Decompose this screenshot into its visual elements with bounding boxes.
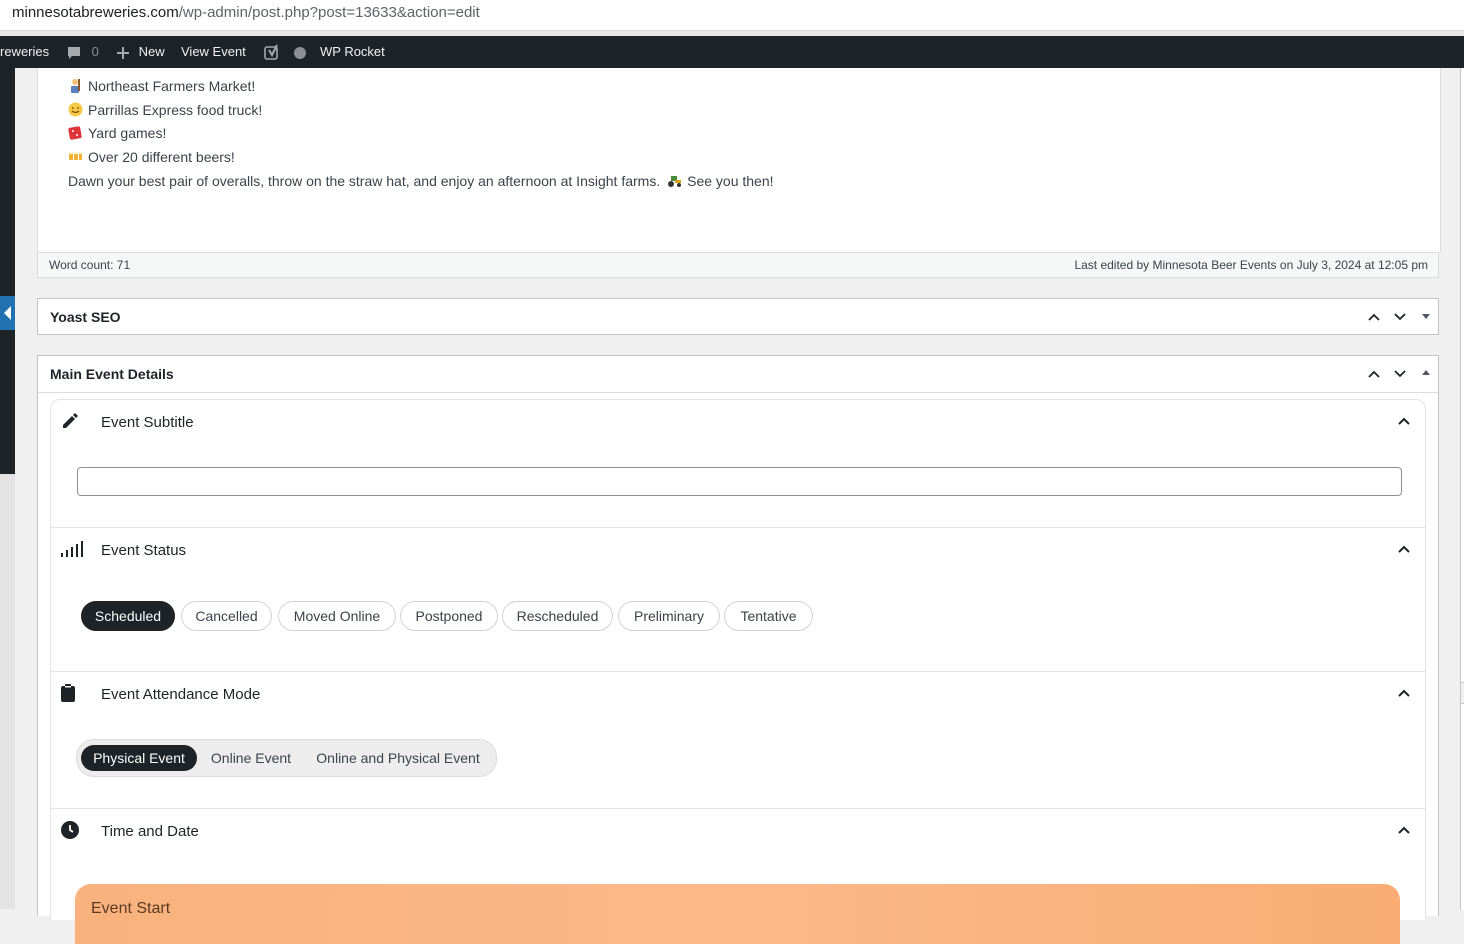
post-content-editor[interactable]: Northeast Farmers Market! Parrillas Expr…	[37, 68, 1441, 252]
comments-count: 0	[91, 44, 99, 59]
event-start-panel[interactable]: Event Start	[75, 884, 1400, 944]
yoast-icon	[264, 44, 278, 60]
chevron-up-icon[interactable]	[1367, 310, 1381, 324]
pencil-icon	[63, 413, 78, 428]
last-edited: Last edited by Minnesota Beer Events on …	[1074, 258, 1428, 272]
admin-sidebar-menu	[0, 68, 15, 474]
admin-sidebar-lower	[0, 474, 15, 909]
wp-admin-bar: reweries 0 New View Event WP Rocket	[0, 36, 1464, 68]
event-attendance-section: Event Attendance Mode Physical Event Onl…	[51, 671, 1425, 809]
die-icon	[68, 126, 82, 140]
event-attendance-heading: Event Attendance Mode	[101, 686, 261, 703]
list-item: Yard games!	[68, 125, 166, 141]
chevron-up-icon[interactable]	[1397, 542, 1411, 556]
collapse-menu-button[interactable]	[0, 296, 15, 330]
plus-icon	[117, 46, 129, 59]
url-path: /wp-admin/post.php?post=13633&action=edi…	[178, 4, 480, 21]
beer-mugs-icon	[69, 152, 82, 160]
event-status-section: Event Status Scheduled Cancelled Moved O…	[51, 527, 1425, 671]
browser-url-bar[interactable]: minnesotabreweries.com/wp-admin/post.php…	[0, 0, 1464, 31]
clipboard-icon	[61, 684, 75, 702]
yoast-seo-postbox: Yoast SEO	[37, 298, 1439, 335]
paragraph: Dawn your best pair of overalls, throw o…	[68, 173, 774, 189]
signal-icon	[61, 541, 83, 557]
attendance-option-hybrid[interactable]: Online and Physical Event	[305, 745, 491, 771]
farmer-emoji-icon	[71, 79, 80, 93]
new-content-link[interactable]: New	[116, 36, 165, 68]
clock-icon	[61, 821, 79, 839]
chevron-up-icon[interactable]	[1367, 367, 1381, 381]
sidebar-box-edge-2	[1460, 703, 1464, 910]
main-event-details-title[interactable]: Main Event Details	[50, 356, 174, 392]
editor-line-6: See you then!	[687, 173, 774, 189]
time-date-heading: Time and Date	[101, 823, 199, 840]
editor-line-5: Dawn your best pair of overalls, throw o…	[68, 173, 661, 189]
url-text[interactable]: minnesotabreweries.com/wp-admin/post.php…	[12, 4, 480, 21]
status-option-rescheduled[interactable]: Rescheduled	[502, 601, 613, 631]
status-option-moved-online[interactable]: Moved Online	[278, 601, 396, 631]
yoast-menu[interactable]	[264, 36, 306, 68]
wp-rocket-link[interactable]: WP Rocket	[320, 36, 385, 68]
yoast-postbox-controls	[1358, 299, 1438, 335]
main-event-details-postbox: Main Event Details Event Subtitle Event …	[37, 355, 1439, 944]
tractor-icon	[668, 176, 682, 187]
editor-line-2: Parrillas Express food truck!	[88, 102, 263, 118]
smiling-face-icon	[68, 102, 83, 117]
view-event-link[interactable]: View Event	[181, 36, 246, 68]
attendance-option-physical[interactable]: Physical Event	[81, 745, 197, 771]
editor-status-bar: Word count: 71 Last edited by Minnesota …	[37, 252, 1439, 278]
editor-line-3: Yard games!	[88, 125, 167, 141]
comments-link[interactable]: 0	[66, 36, 99, 68]
main-event-postbox-controls	[1358, 356, 1438, 392]
time-date-section: Time and Date Event Start	[51, 808, 1425, 944]
triangle-down-icon[interactable]	[1420, 310, 1432, 322]
comment-icon	[68, 46, 80, 59]
status-option-postponed[interactable]: Postponed	[400, 601, 498, 631]
status-option-cancelled[interactable]: Cancelled	[181, 601, 272, 631]
triangle-up-icon[interactable]	[1420, 367, 1432, 379]
event-details-card: Event Subtitle Event Status Scheduled Ca…	[50, 399, 1426, 944]
chevron-up-icon[interactable]	[1397, 414, 1411, 428]
status-dot-icon	[293, 46, 306, 59]
sidebar-box-edge	[1460, 68, 1464, 683]
status-option-preliminary[interactable]: Preliminary	[618, 601, 720, 631]
postbox-header-divider	[38, 392, 1438, 393]
event-subtitle-heading: Event Subtitle	[101, 414, 194, 431]
url-domain: minnesotabreweries.com	[12, 4, 179, 21]
editor-line-1: Northeast Farmers Market!	[88, 78, 256, 94]
yoast-seo-title[interactable]: Yoast SEO	[50, 299, 121, 335]
word-count: Word count: 71	[49, 258, 131, 272]
new-label: New	[138, 44, 165, 59]
attendance-option-online[interactable]: Online Event	[201, 745, 301, 771]
event-start-label: Event Start	[91, 900, 171, 917]
chevron-up-icon[interactable]	[1397, 686, 1411, 700]
event-status-heading: Event Status	[101, 542, 187, 559]
list-item: Parrillas Express food truck!	[68, 102, 262, 118]
event-subtitle-input[interactable]	[77, 467, 1402, 496]
attendance-mode-toggle: Physical Event Online Event Online and P…	[76, 739, 497, 777]
status-option-tentative[interactable]: Tentative	[724, 601, 813, 631]
event-subtitle-section: Event Subtitle	[51, 400, 1425, 527]
status-option-scheduled[interactable]: Scheduled	[81, 601, 175, 631]
list-item: Over 20 different beers!	[68, 149, 235, 165]
chevron-down-icon[interactable]	[1393, 367, 1407, 381]
event-status-options: Scheduled Cancelled Moved Online Postpon…	[81, 601, 821, 631]
chevron-down-icon[interactable]	[1393, 310, 1407, 324]
list-item: Northeast Farmers Market!	[68, 78, 255, 94]
site-name-link[interactable]: reweries	[0, 36, 49, 68]
editor-line-4: Over 20 different beers!	[88, 149, 235, 165]
chevron-up-icon[interactable]	[1397, 823, 1411, 837]
